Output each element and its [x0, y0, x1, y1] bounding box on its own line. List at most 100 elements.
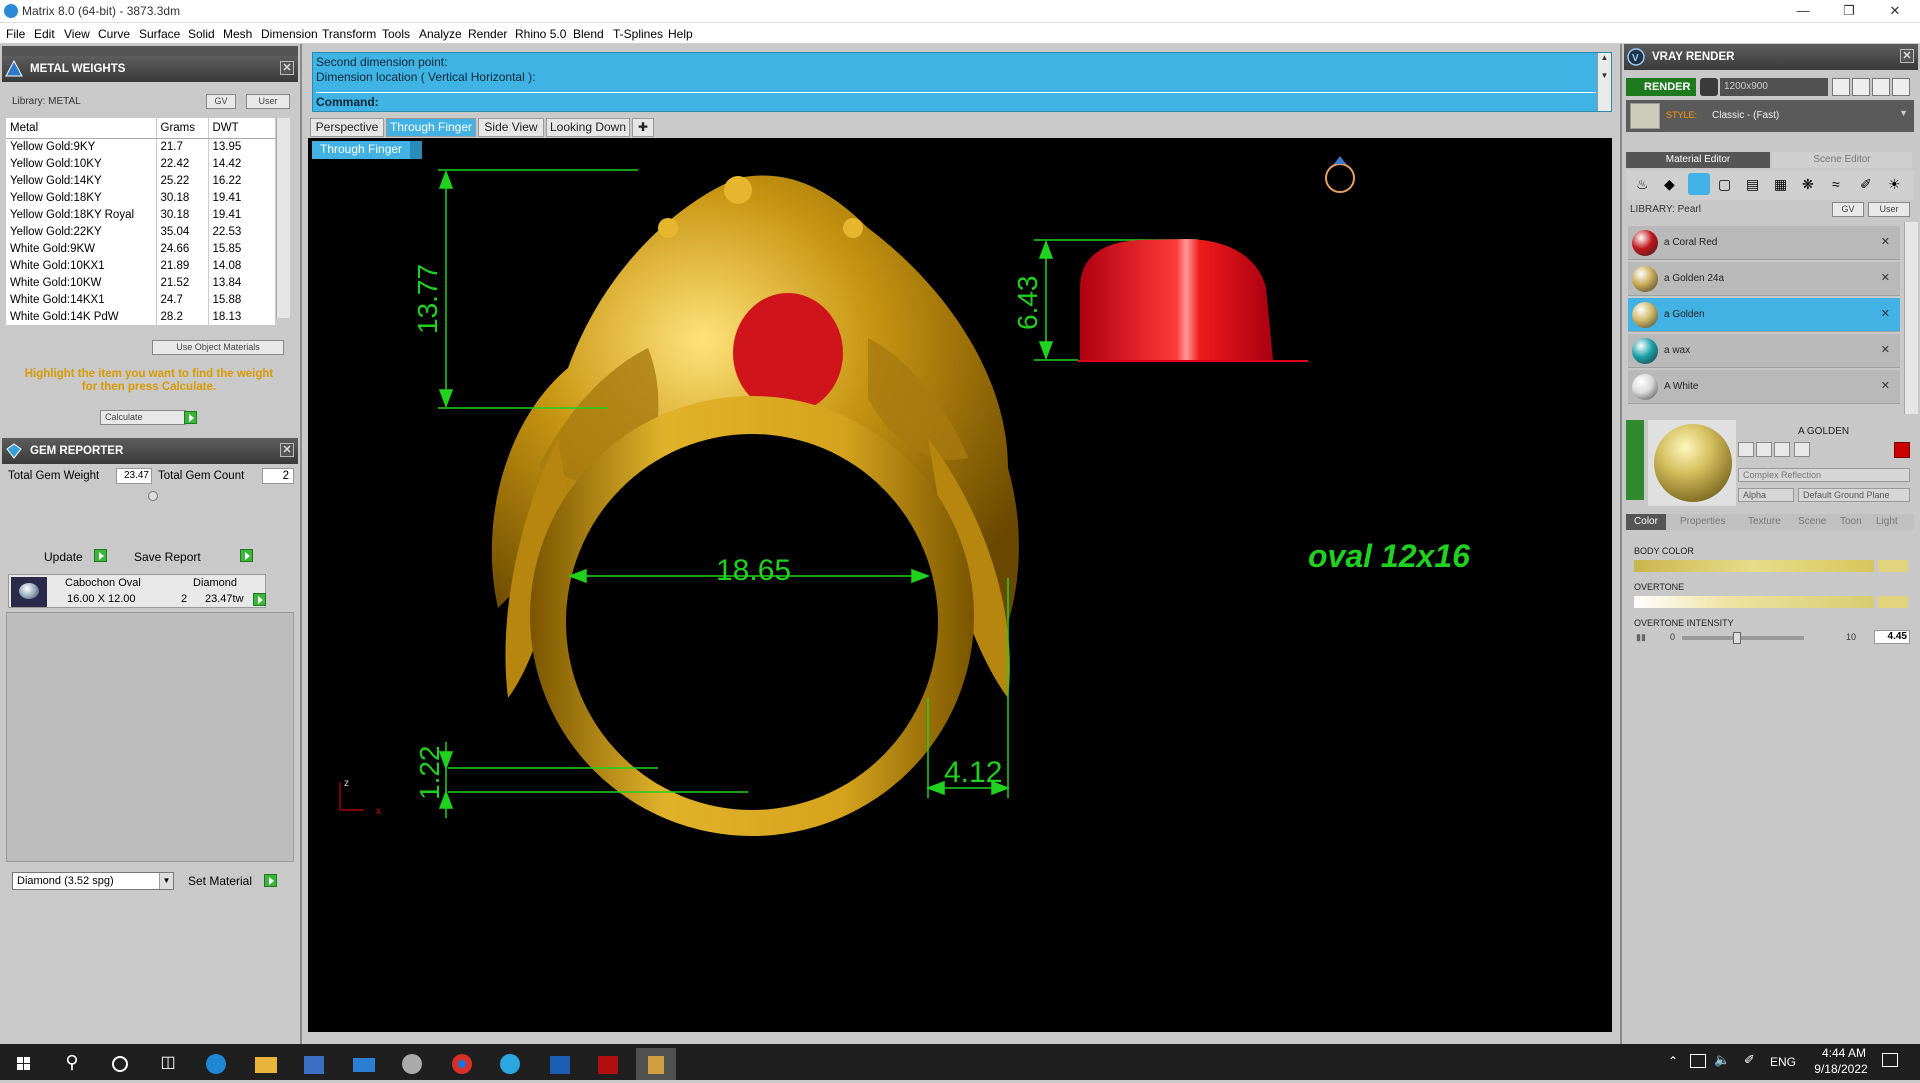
subtab-scene[interactable]: Scene	[1798, 516, 1826, 527]
menu-edit[interactable]: Edit	[34, 27, 55, 41]
user-toggle[interactable]: User	[246, 94, 290, 109]
menu-blend[interactable]: Blend	[573, 27, 604, 41]
tab-perspective[interactable]: Perspective	[310, 118, 384, 137]
edge-icon[interactable]	[196, 1048, 236, 1080]
remove-material-icon[interactable]: ✕	[1881, 343, 1890, 356]
menu-surface[interactable]: Surface	[139, 27, 180, 41]
remove-material-icon[interactable]: ✕	[1881, 379, 1890, 392]
subtab-light[interactable]: Light	[1876, 516, 1898, 527]
list-icon[interactable]	[1872, 78, 1890, 96]
table-row[interactable]: White Gold:10KW 21.52 13.84	[6, 274, 276, 291]
overtone-slider[interactable]	[1634, 596, 1874, 608]
chevron-down-icon[interactable]: ▼	[159, 873, 173, 889]
calculate-arrow-icon[interactable]	[184, 411, 197, 424]
minimize-button[interactable]: —	[1780, 0, 1826, 23]
gv-toggle[interactable]: GV	[1832, 202, 1864, 217]
menu-solid[interactable]: Solid	[188, 27, 215, 41]
wave-type-icon[interactable]: ≈	[1832, 176, 1840, 192]
save-report-button[interactable]: Save Report	[134, 550, 201, 564]
menu-mesh[interactable]: Mesh	[223, 27, 252, 41]
gv-toggle[interactable]: GV	[206, 94, 236, 109]
edit-material-icon[interactable]	[1774, 442, 1790, 457]
pattern-type-icon[interactable]: ▦	[1774, 176, 1787, 193]
overtone-swatch[interactable]	[1878, 596, 1908, 608]
material-list-item[interactable]: a Golden ✕	[1628, 298, 1900, 332]
intensity-value[interactable]: 4.45	[1874, 630, 1910, 644]
gem-arrow-icon[interactable]	[253, 593, 266, 606]
plain-type-icon[interactable]: ▢	[1718, 176, 1731, 193]
network-icon[interactable]	[1690, 1054, 1706, 1068]
pen-icon[interactable]: ✐	[1744, 1052, 1755, 1068]
material-list-scrollbar[interactable]	[1904, 222, 1918, 414]
menu-analyze[interactable]: Analyze	[419, 27, 462, 41]
reflection-select[interactable]: Complex Reflection	[1738, 468, 1910, 482]
chevron-down-icon[interactable]: ▼	[1899, 108, 1908, 118]
matrix-app-icon[interactable]	[490, 1048, 530, 1080]
material-select[interactable]: Diamond (3.52 spg) ▼	[12, 872, 174, 890]
tab-side-view[interactable]: Side View	[478, 118, 544, 137]
volume-icon[interactable]: 🔈	[1714, 1052, 1730, 1068]
active-app-icon[interactable]	[636, 1048, 676, 1080]
panel-toggle[interactable]	[1626, 420, 1644, 500]
update-button[interactable]: Update	[44, 550, 83, 564]
flame-icon[interactable]: ♨	[1636, 176, 1649, 193]
viewport[interactable]: Through Finger 13.77 18.65 1.22 4.12 6.4…	[308, 138, 1612, 1032]
use-object-materials-toggle[interactable]: Use Object Materials	[152, 340, 284, 355]
style-row[interactable]: STYLE: Classic - (Fast) ▼	[1626, 100, 1914, 132]
texture-type-icon[interactable]: ▤	[1746, 176, 1759, 193]
photos-icon[interactable]	[540, 1048, 580, 1080]
tray-chevron-icon[interactable]: ⌃	[1668, 1054, 1678, 1068]
render-button[interactable]: RENDER	[1626, 78, 1696, 96]
menu-help[interactable]: Help	[668, 27, 693, 41]
column-header-grams[interactable]: Grams	[156, 118, 209, 139]
table-row[interactable]: Yellow Gold:9KY 21.7 13.95	[6, 138, 276, 155]
close-icon[interactable]: ✕	[1900, 49, 1914, 63]
gem-type-icon[interactable]: ◆	[1664, 176, 1675, 193]
language-indicator[interactable]: ENG	[1770, 1055, 1796, 1069]
notifications-icon[interactable]	[1882, 1053, 1898, 1067]
column-header-dwt[interactable]: DWT	[208, 118, 276, 139]
menu-view[interactable]: View	[64, 27, 90, 41]
resolution-select[interactable]: 1200x900	[1720, 78, 1828, 96]
subtab-properties[interactable]: Properties	[1680, 516, 1726, 527]
refresh-icon[interactable]	[1894, 442, 1910, 458]
maximize-button[interactable]: ❐	[1826, 0, 1872, 23]
table-row[interactable]: Yellow Gold:14KY 25.22 16.22	[6, 172, 276, 189]
ground-plane-select[interactable]: Default Ground Plane	[1798, 488, 1910, 502]
store-icon[interactable]	[294, 1048, 334, 1080]
remove-material-icon[interactable]: ✕	[1881, 307, 1890, 320]
subtab-texture[interactable]: Texture	[1748, 516, 1781, 527]
body-color-swatch[interactable]	[1878, 560, 1908, 572]
mail-icon[interactable]	[344, 1048, 384, 1080]
tab-through-finger[interactable]: Through Finger	[386, 118, 476, 137]
command-line[interactable]: Command:	[316, 92, 1596, 111]
search-icon[interactable]: ⚲	[52, 1048, 92, 1080]
close-icon[interactable]: ✕	[280, 443, 294, 457]
bulb-type-icon[interactable]: ☀	[1888, 176, 1901, 193]
table-row[interactable]: Yellow Gold:10KY 22.42 14.42	[6, 155, 276, 172]
table-row[interactable]: Yellow Gold:18KY 30.18 19.41	[6, 189, 276, 206]
red-app-icon[interactable]	[588, 1048, 628, 1080]
table-row[interactable]: White Gold:10KX1 21.89 14.08	[6, 257, 276, 274]
clock-time[interactable]: 4:44 AM	[1812, 1046, 1876, 1060]
command-scrollbar[interactable]: ▲ ▼	[1597, 53, 1611, 111]
previous-icon[interactable]	[1832, 78, 1850, 96]
menu-tsplines[interactable]: T-Splines	[613, 27, 663, 41]
table-row[interactable]: Yellow Gold:18KY Royal 30.18 19.41	[6, 206, 276, 223]
set-material-arrow-icon[interactable]	[264, 874, 277, 887]
table-row[interactable]: White Gold:14K PdW 28.2 18.13	[6, 308, 276, 325]
intensity-slider-track[interactable]	[1682, 632, 1804, 644]
material-options-icon[interactable]	[1794, 442, 1810, 457]
material-list-item[interactable]: a Coral Red ✕	[1628, 226, 1900, 260]
user-toggle[interactable]: User	[1868, 202, 1910, 217]
view-orientation-icon[interactable]	[1325, 156, 1355, 193]
close-icon[interactable]: ✕	[280, 61, 294, 75]
cortana-icon[interactable]	[100, 1048, 140, 1080]
windows-start-icon[interactable]	[4, 1048, 44, 1080]
task-view-icon[interactable]: ◫	[148, 1048, 188, 1080]
save-report-arrow-icon[interactable]	[240, 549, 253, 562]
update-arrow-icon[interactable]	[94, 549, 107, 562]
set-material-button[interactable]: Set Material	[188, 874, 252, 888]
menu-rhino[interactable]: Rhino 5.0	[515, 27, 566, 41]
menu-curve[interactable]: Curve	[98, 27, 130, 41]
